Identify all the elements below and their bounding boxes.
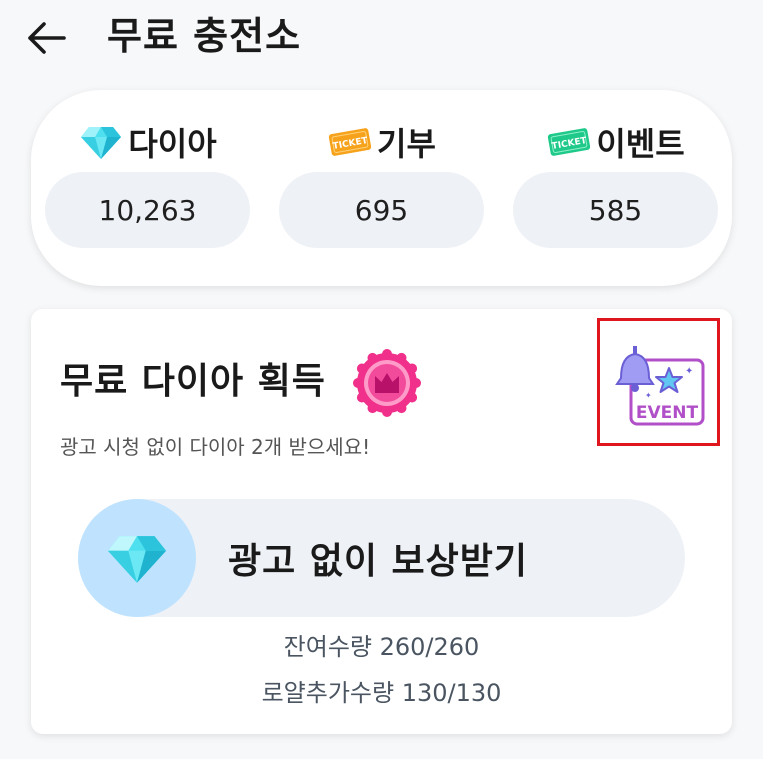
currency-label-event: 이벤트 xyxy=(596,125,685,163)
diamond-icon xyxy=(78,122,124,162)
currency-donation: TICKET 기부 695 xyxy=(279,90,484,286)
currency-summary-card: 다이아 10,263 TICKET 기부 695 TICKET 이벤트 585 xyxy=(31,90,732,286)
currency-event: TICKET 이벤트 585 xyxy=(513,90,718,286)
currency-label-diamond: 다이아 xyxy=(128,125,217,163)
currency-value-event[interactable]: 585 xyxy=(513,172,718,248)
event-button[interactable]: ✦ ✦ EVENT xyxy=(597,318,720,446)
header: 무료 충전소 xyxy=(0,0,763,80)
currency-label-donation: 기부 xyxy=(377,125,436,163)
free-diamond-card: 무료 다이아 획득 광고 시청 없이 다이아 2개 받으세요! ✦ ✦ EVEN… xyxy=(31,309,732,734)
crown-badge-icon xyxy=(353,349,421,417)
event-bell-icon: ✦ ✦ EVENT xyxy=(614,346,704,426)
currency-diamond: 다이아 10,263 xyxy=(45,90,250,286)
currency-value-diamond[interactable]: 10,263 xyxy=(45,172,250,248)
remaining-quantity: 잔여수량 260/260 xyxy=(283,633,480,661)
svg-text:✦: ✦ xyxy=(685,366,693,377)
ticket-orange-icon: TICKET xyxy=(327,122,373,162)
royal-extra-quantity: 로얄추가수량 130/130 xyxy=(261,679,502,707)
svg-text:EVENT: EVENT xyxy=(635,403,698,423)
diamond-icon xyxy=(107,536,167,583)
reward-icon-circle xyxy=(78,499,196,617)
page-title: 무료 충전소 xyxy=(107,14,302,58)
free-diamond-subtitle: 광고 시청 없이 다이아 2개 받으세요! xyxy=(60,435,371,459)
arrow-left-icon xyxy=(28,22,66,54)
reward-without-ad-button[interactable]: 광고 없이 보상받기 xyxy=(78,499,685,617)
currency-value-donation[interactable]: 695 xyxy=(279,172,484,248)
svg-text:✦: ✦ xyxy=(645,391,652,400)
back-button[interactable] xyxy=(22,14,70,62)
free-diamond-title: 무료 다이아 획득 xyxy=(60,361,326,402)
ticket-green-icon: TICKET xyxy=(546,122,592,162)
reward-button-label: 광고 없이 보상받기 xyxy=(228,541,529,582)
